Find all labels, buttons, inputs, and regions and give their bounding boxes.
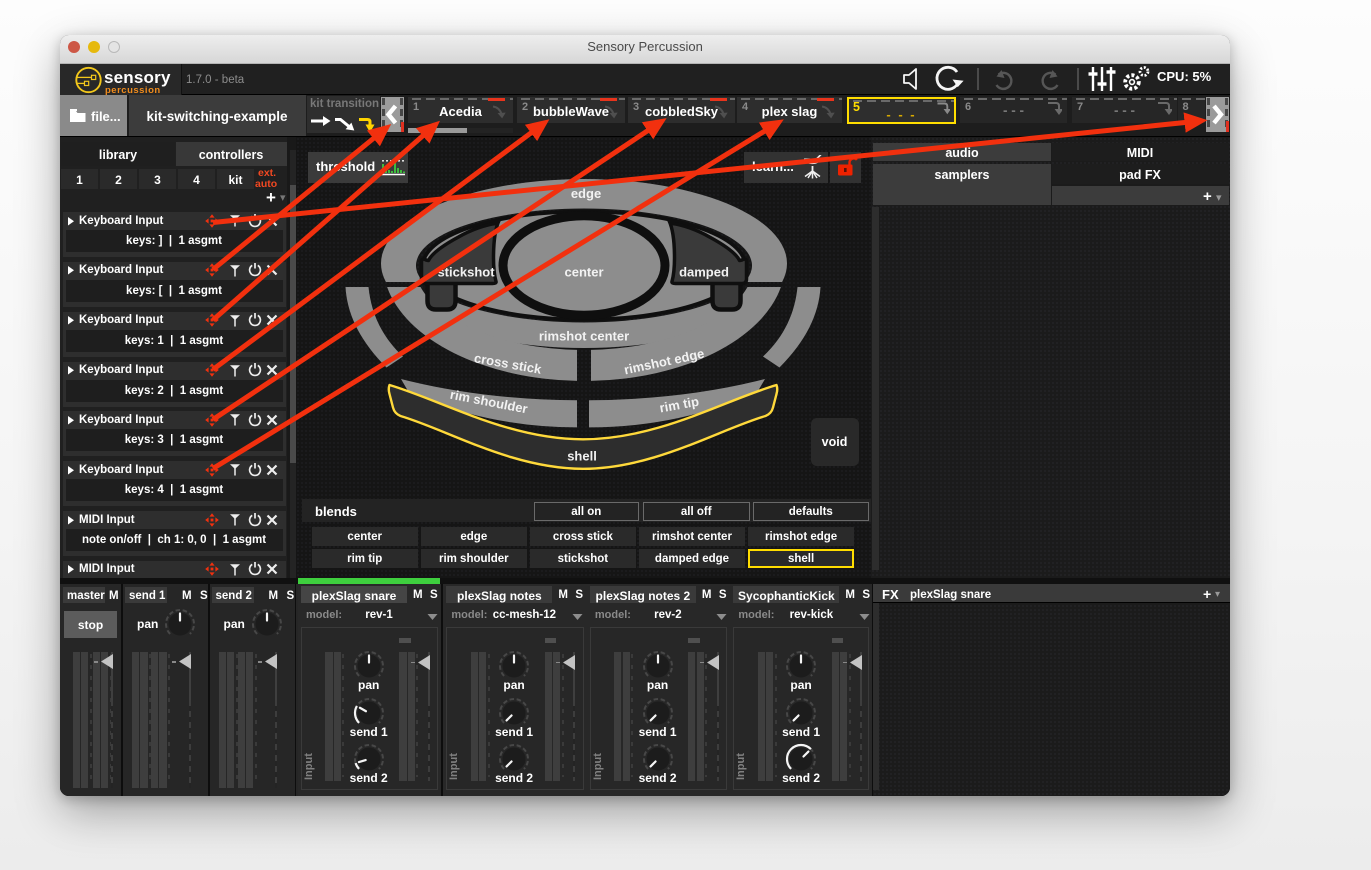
svg-text:center: center [564, 265, 603, 280]
svg-text:stickshot: stickshot [437, 265, 495, 280]
svg-text:rimshot center: rimshot center [539, 329, 629, 344]
svg-text:shell: shell [567, 449, 597, 464]
svg-text:edge: edge [571, 186, 601, 201]
svg-text:damped: damped [679, 265, 729, 280]
